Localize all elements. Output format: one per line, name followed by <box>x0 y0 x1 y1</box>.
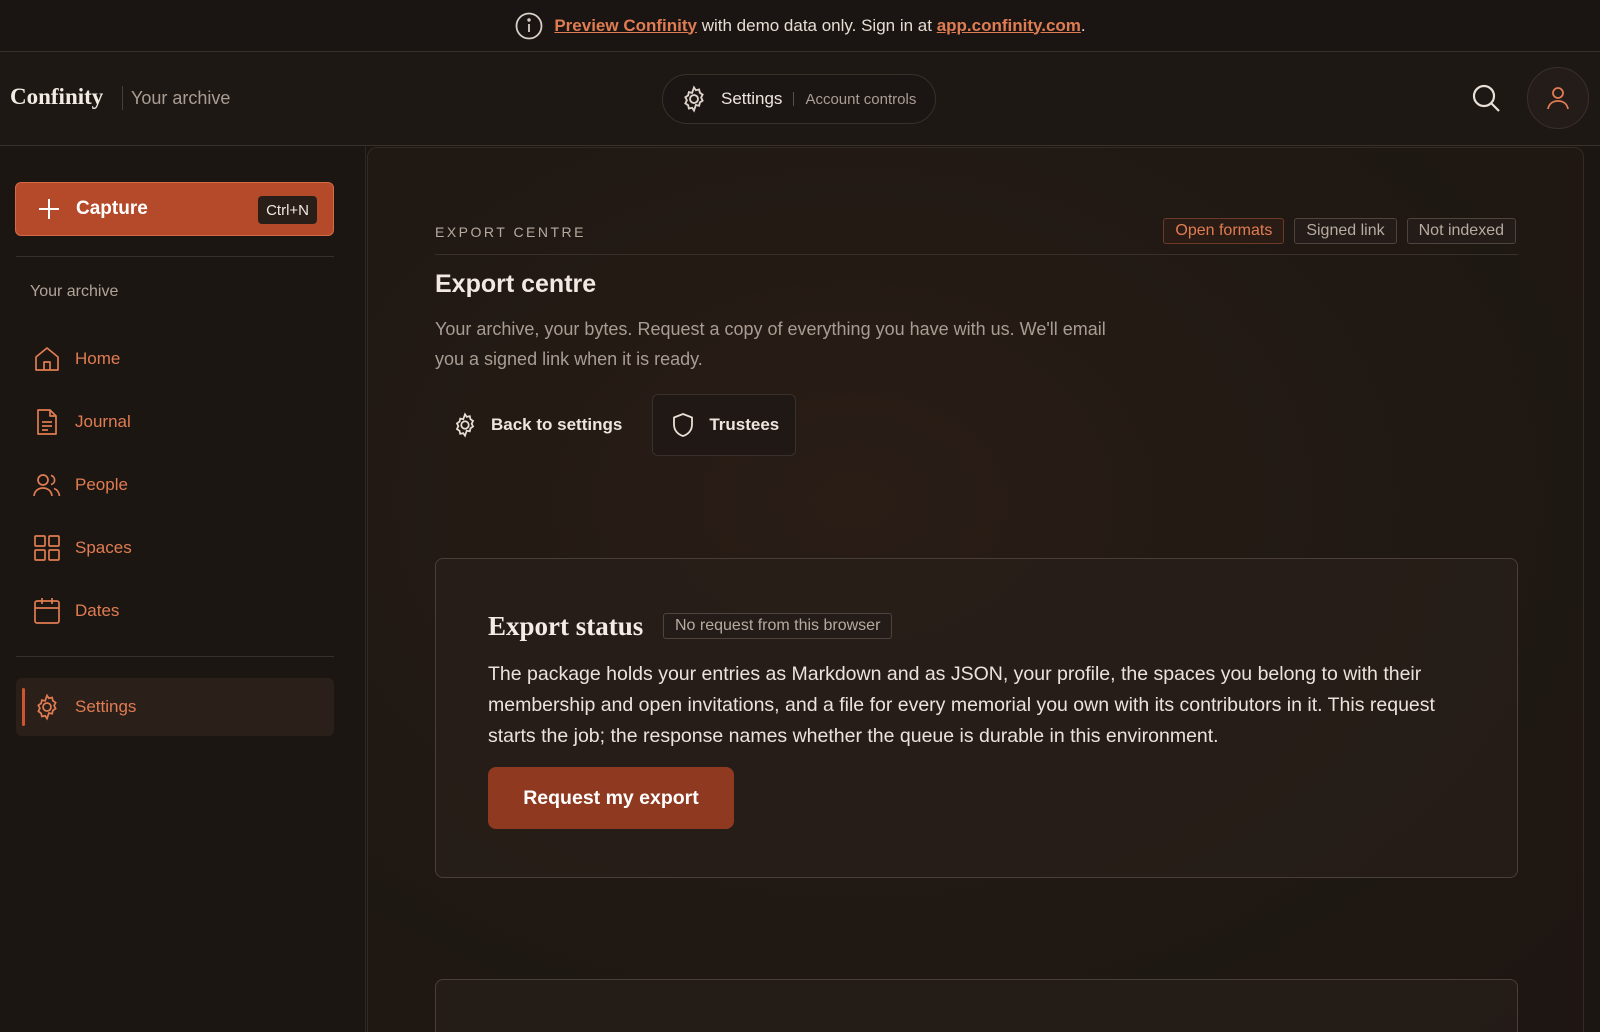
sidebar-item-label: Settings <box>75 697 137 716</box>
sidebar-item-label: Journal <box>75 412 131 431</box>
tag-list: Open formats Signed link Not indexed <box>1163 218 1516 244</box>
preview-link[interactable]: Preview Confinity <box>554 16 697 36</box>
sidebar-item-dates[interactable]: Dates <box>16 582 334 640</box>
plus-icon <box>36 196 62 222</box>
trustees-button[interactable]: Trustees <box>652 394 797 456</box>
back-to-settings-button[interactable]: Back to settings <box>435 394 638 456</box>
app-header: Confinity Your archive Settings Account … <box>0 52 1600 146</box>
trustees-label: Trustees <box>709 415 780 434</box>
sidebar-item-journal[interactable]: Journal <box>16 393 334 451</box>
page-description: Your archive, your bytes. Request a copy… <box>435 319 1106 369</box>
calendar-icon <box>32 596 62 626</box>
sidebar-divider <box>16 256 334 257</box>
header-rule <box>435 254 1518 255</box>
main-panel: EXPORT CENTRE Open formats Signed link N… <box>367 147 1584 1032</box>
sidebar-section-label: Your archive <box>30 283 119 300</box>
pill-sublabel: Account controls <box>805 90 917 108</box>
next-card <box>435 979 1518 1032</box>
sidebar-item-label: Dates <box>75 601 120 620</box>
sidebar-item-label: Home <box>75 349 121 368</box>
sidebar-item-settings[interactable]: Settings <box>16 678 334 736</box>
page-title: Export centre <box>435 270 597 298</box>
home-icon <box>32 344 62 374</box>
logo-divider <box>122 86 123 110</box>
section-eyebrow: EXPORT CENTRE <box>435 224 587 240</box>
search-icon[interactable] <box>1470 82 1502 114</box>
sidebar-item-label: Spaces <box>75 538 132 557</box>
user-icon <box>1544 84 1572 112</box>
tag-not-indexed: Not indexed <box>1406 218 1516 244</box>
export-status-card: Export status No request from this brows… <box>435 558 1518 878</box>
capture-shortcut: Ctrl+N <box>258 196 317 224</box>
status-badge: No request from this browser <box>663 613 893 639</box>
sidebar-item-people[interactable]: People <box>16 456 334 514</box>
document-icon <box>32 407 62 437</box>
banner-end: . <box>1080 15 1086 35</box>
sidebar-item-label: People <box>75 475 128 494</box>
sidebar-divider <box>16 656 334 657</box>
gear-icon <box>451 411 479 439</box>
gear-icon <box>679 84 709 114</box>
page-actions: Back to settings Trustees <box>435 394 797 456</box>
settings-context-pill[interactable]: Settings Account controls <box>662 74 936 124</box>
tag-signed-link: Signed link <box>1294 218 1397 244</box>
pill-divider <box>793 92 795 106</box>
shield-icon <box>669 411 697 439</box>
pill-label: Settings <box>721 89 783 108</box>
info-icon <box>514 11 544 41</box>
export-status-title: Export status <box>488 611 644 641</box>
account-avatar-button[interactable] <box>1527 67 1589 129</box>
gear-icon <box>32 692 62 722</box>
tag-open-formats: Open formats <box>1163 218 1285 244</box>
export-status-description: The package holds your entries as Markdo… <box>488 663 1435 747</box>
header-subtitle: Your archive <box>131 88 231 108</box>
sidebar-item-spaces[interactable]: Spaces <box>16 519 334 577</box>
request-export-button[interactable]: Request my export <box>488 767 734 829</box>
capture-label: Capture <box>76 198 148 219</box>
sidebar: Capture Ctrl+N Your archive Home Journal <box>0 146 366 1032</box>
preview-banner: Preview Confinity with demo data only. S… <box>0 0 1600 52</box>
banner-text: with demo data only. Sign in at <box>696 15 937 35</box>
active-indicator <box>22 688 25 726</box>
capture-button[interactable]: Capture Ctrl+N <box>15 182 334 236</box>
sidebar-item-home[interactable]: Home <box>16 330 334 388</box>
signin-link[interactable]: app.confinity.com <box>937 16 1081 36</box>
grid-icon <box>32 533 62 563</box>
people-icon <box>32 470 62 500</box>
back-to-settings-label: Back to settings <box>491 415 623 434</box>
app-logo[interactable]: Confinity <box>10 84 103 110</box>
